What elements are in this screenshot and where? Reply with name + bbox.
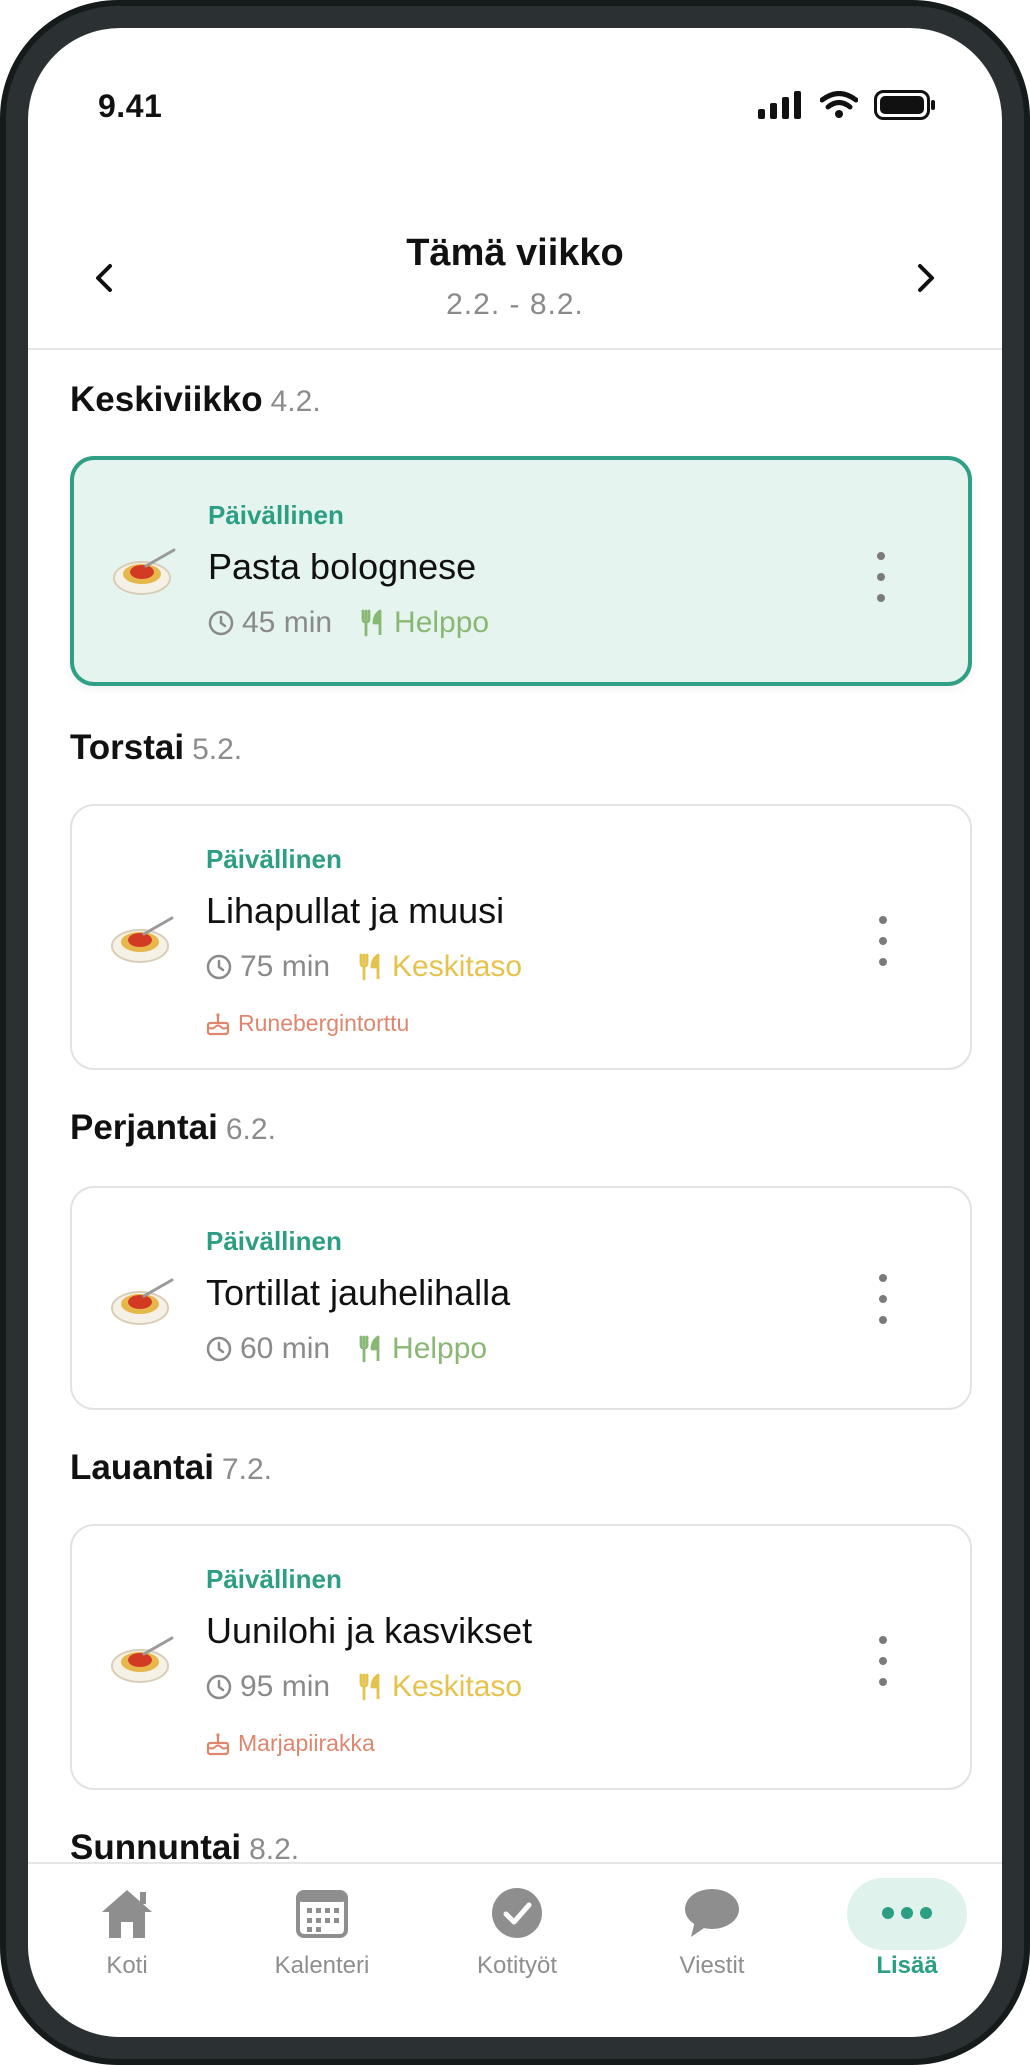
meal-name: Tortillat jauhelihalla	[206, 1272, 511, 1313]
difficulty: Helppo	[358, 1332, 487, 1366]
clock-icon	[206, 1336, 232, 1362]
more-options-button[interactable]	[868, 916, 898, 966]
week-date-range: 2.2. - 8.2.	[446, 288, 584, 321]
day-name: Lauantai	[70, 1448, 214, 1487]
day-heading: Lauantai 7.2.	[70, 1448, 272, 1488]
status-icons	[758, 90, 936, 120]
meal-card[interactable]: Päivällinen Uunilohi ja kasvikset 95 min…	[70, 1524, 972, 1790]
next-week-button[interactable]	[902, 254, 950, 302]
difficulty: Keskitaso	[358, 950, 522, 984]
page-title: Tämä viikko	[406, 232, 624, 274]
difficulty: Keskitaso	[358, 1670, 522, 1704]
meal-meta: 75 min Keskitaso	[206, 950, 522, 984]
day-name: Perjantai	[70, 1108, 218, 1147]
meal-time: 45 min	[242, 606, 333, 639]
day-heading: Perjantai 6.2.	[70, 1108, 276, 1148]
meal-time: 60 min	[240, 1332, 331, 1365]
tab-label: Lisää	[876, 1952, 938, 1979]
day-heading: Torstai 5.2.	[70, 728, 242, 768]
check-icon	[492, 1888, 542, 1938]
battery-icon	[874, 90, 935, 120]
tab-koti[interactable]: Koti	[52, 1884, 202, 1994]
day-date: 8.2.	[249, 1833, 300, 1862]
dessert-name: Marjapiirakka	[238, 1730, 375, 1756]
meal-card[interactable]: Päivällinen Pasta bolognese 45 min Helpp…	[70, 456, 972, 686]
difficulty-label: Keskitaso	[392, 1670, 523, 1703]
utensils-icon	[361, 609, 382, 637]
meal-card[interactable]: Päivällinen Tortillat jauhelihalla 60 mi…	[70, 1186, 972, 1410]
phone-frame: 9.41 Tämä viikko 2.2. - 8.2. Keskiviikko…	[0, 0, 1030, 2065]
dessert-row: Marjapiirakka	[206, 1730, 375, 1757]
chat-icon	[685, 1889, 739, 1937]
meal-type: Päivällinen	[206, 844, 342, 874]
signal-icon	[758, 91, 801, 119]
meal-meta: 45 min Helppo	[208, 606, 489, 640]
meal-time: 95 min	[240, 1670, 331, 1703]
week-header: Tämä viikko 2.2. - 8.2.	[28, 208, 1002, 350]
more-options-button[interactable]	[866, 552, 896, 602]
tab-label: Koti	[106, 1952, 148, 1979]
tab-label: Kotityöt	[476, 1952, 558, 1979]
day-heading: Keskiviikko 4.2.	[70, 380, 321, 420]
meal-meta: 60 min Helppo	[206, 1332, 487, 1366]
chevron-right-icon	[918, 264, 934, 292]
meal-name: Uunilohi ja kasvikset	[206, 1610, 533, 1651]
utensils-icon	[359, 953, 380, 981]
more-icon	[882, 1907, 932, 1919]
day-name: Sunnuntai	[70, 1828, 242, 1862]
tab-kalenteri[interactable]: Kalenteri	[247, 1884, 397, 1994]
utensils-icon	[359, 1673, 380, 1701]
day-name: Torstai	[70, 728, 185, 767]
wifi-icon	[820, 91, 858, 118]
calendar-icon	[296, 1890, 348, 1938]
cake-icon	[206, 1732, 230, 1755]
difficulty: Helppo	[360, 606, 489, 640]
meal-list[interactable]: Keskiviikko 4.2. Päivällinen Pasta bologn…	[28, 350, 1002, 1862]
meal-time: 75 min	[240, 950, 331, 983]
clock-icon	[206, 1674, 232, 1700]
dessert-name: Runebergintorttu	[238, 1010, 410, 1036]
day-name: Keskiviikko	[70, 380, 263, 419]
meal-type: Päivällinen	[206, 1226, 342, 1256]
clock-icon	[208, 610, 234, 636]
tab-lisaa[interactable]: Lisää	[832, 1878, 982, 1994]
meal-type: Päivällinen	[208, 500, 344, 530]
meal-card[interactable]: Päivällinen Lihapullat ja muusi 75 min K…	[70, 804, 972, 1070]
pasta-icon	[111, 916, 174, 963]
day-heading: Sunnuntai 8.2.	[70, 1828, 299, 1862]
more-options-button[interactable]	[868, 1274, 898, 1324]
difficulty-label: Keskitaso	[392, 950, 523, 983]
more-options-button[interactable]	[868, 1636, 898, 1686]
difficulty-label: Helppo	[394, 606, 490, 639]
screen: 9.41 Tämä viikko 2.2. - 8.2. Keskiviikko…	[28, 28, 1002, 2037]
status-time: 9.41	[98, 88, 163, 124]
home-icon	[102, 1890, 152, 1938]
day-date: 6.2.	[225, 1113, 276, 1146]
clock-icon	[206, 954, 232, 980]
tab-kotityot[interactable]: Kotityöt	[442, 1884, 592, 1994]
meal-meta: 95 min Keskitaso	[206, 1670, 522, 1704]
pasta-icon	[113, 548, 176, 595]
cake-icon	[206, 1012, 230, 1035]
dessert-row: Runebergintorttu	[206, 1010, 409, 1037]
tab-label: Viestit	[679, 1952, 745, 1979]
meal-name: Pasta bolognese	[208, 546, 477, 587]
tab-label: Kalenteri	[274, 1952, 370, 1979]
meal-type: Päivällinen	[206, 1564, 342, 1594]
day-date: 7.2.	[221, 1453, 272, 1486]
day-date: 5.2.	[192, 733, 243, 766]
day-date: 4.2.	[270, 385, 321, 418]
pasta-icon	[111, 1278, 174, 1325]
meal-name: Lihapullat ja muusi	[206, 890, 505, 931]
tab-viestit[interactable]: Viestit	[637, 1884, 787, 1994]
difficulty-label: Helppo	[392, 1332, 488, 1365]
pasta-icon	[111, 1636, 174, 1683]
utensils-icon	[359, 1335, 380, 1363]
bottom-tab-bar: Koti Kalenteri Kotityöt Viestit Lisää	[28, 1862, 1002, 2037]
